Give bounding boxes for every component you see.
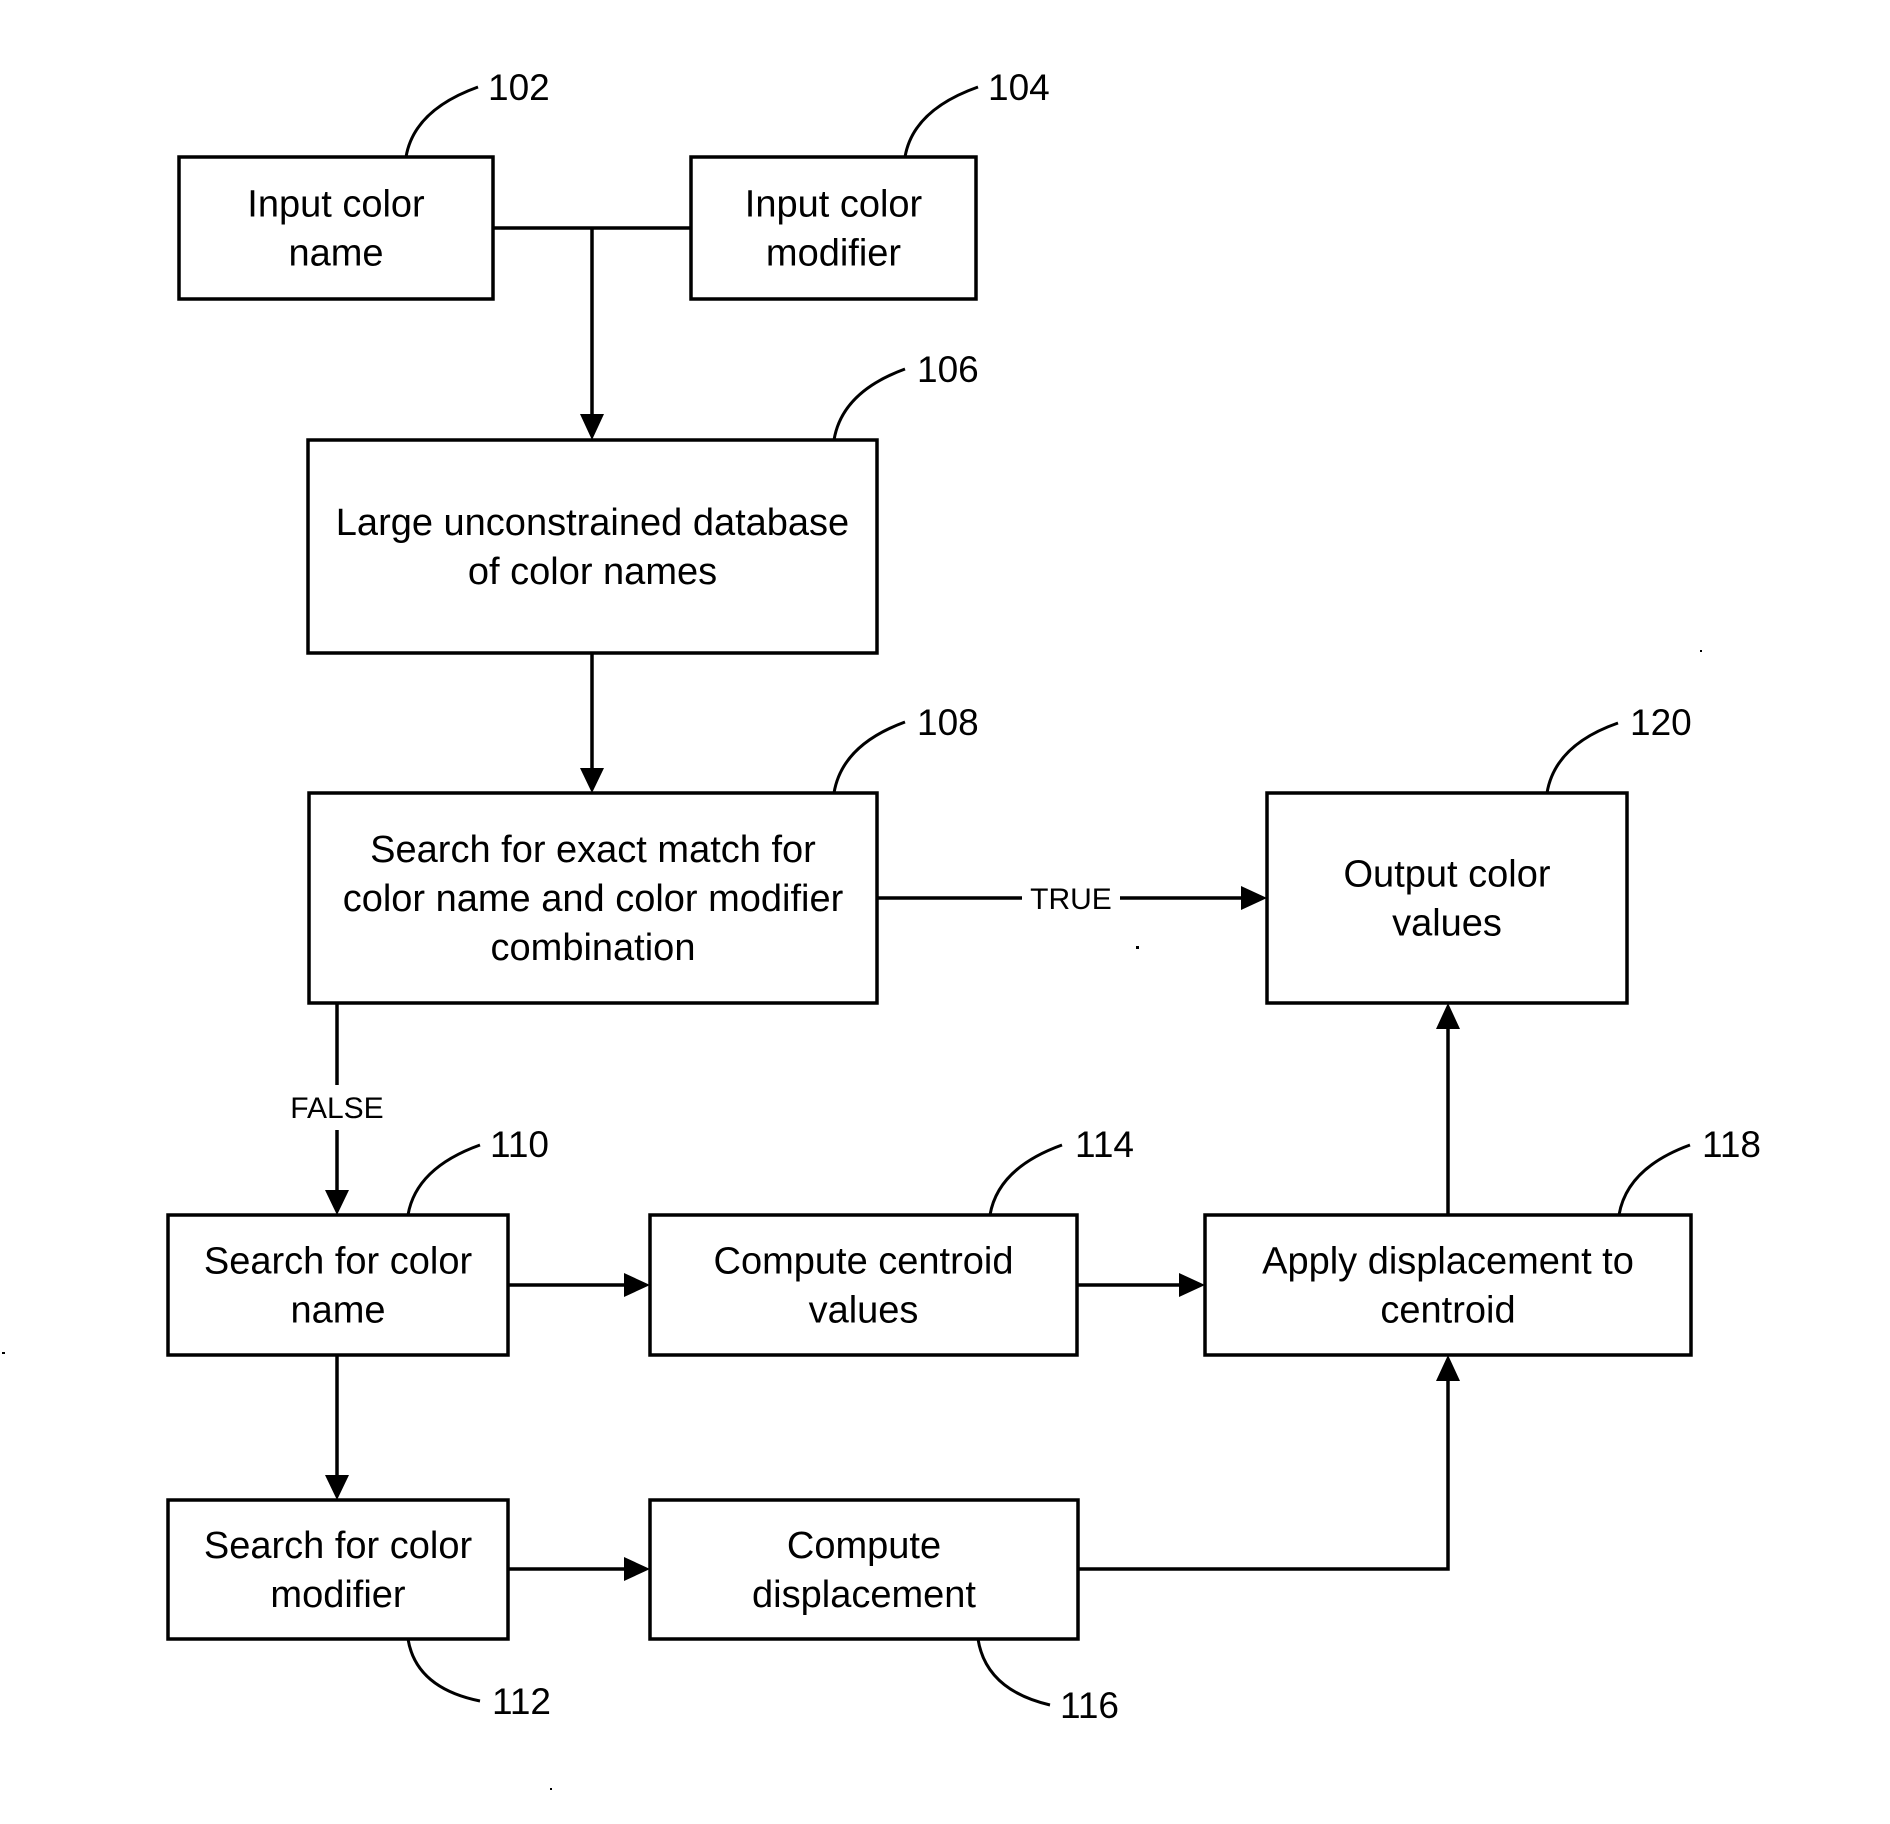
reference-numeral: 108	[917, 702, 979, 743]
node-box	[177, 155, 495, 301]
node-label-line: name	[290, 1290, 385, 1332]
node-112: Search for color modifier 112	[166, 1498, 551, 1722]
node-label-line: centroid	[1380, 1290, 1515, 1332]
node-label-line: modifier	[766, 233, 901, 275]
node-116: Compute displacement 116	[648, 1498, 1119, 1726]
node-label-line: Search for color	[204, 1525, 473, 1567]
node-box	[648, 1498, 1080, 1641]
reference-numeral: 104	[988, 67, 1050, 108]
reference-numeral: 112	[492, 1681, 551, 1722]
node-label-line: Search for exact match for	[370, 829, 816, 871]
node-104: Input color modifier 104	[689, 67, 1050, 301]
reference-numeral: 118	[1702, 1124, 1761, 1165]
scan-speck	[550, 1788, 552, 1790]
node-box	[166, 1213, 510, 1357]
node-120: Output color values 120	[1265, 702, 1692, 1005]
reference-leader-line	[903, 85, 979, 158]
node-label-line: values	[1392, 903, 1502, 945]
reference-numeral: 110	[490, 1124, 549, 1165]
scan-speck	[2, 1352, 5, 1354]
arrowhead-into-118-left	[1179, 1273, 1205, 1297]
reference-numeral: 120	[1630, 702, 1692, 743]
node-label-line: Apply displacement to	[1262, 1241, 1634, 1283]
node-label-line: Compute	[787, 1525, 941, 1567]
node-box	[648, 1213, 1079, 1357]
node-box	[1265, 791, 1629, 1005]
arrowhead-into-120	[1241, 886, 1267, 910]
node-label-line: values	[809, 1290, 919, 1332]
reference-leader-line	[406, 1143, 481, 1216]
reference-leader-line	[1545, 721, 1619, 794]
node-label-line: displacement	[752, 1574, 976, 1616]
flowchart-canvas: TRUE FALSE Input colorname102Input color…	[2, 67, 1761, 1790]
arrowhead-into-112	[325, 1475, 349, 1500]
reference-leader-line	[976, 1638, 1051, 1707]
reference-leader-line	[404, 85, 479, 158]
reference-numeral: 102	[488, 67, 550, 108]
reference-leader-line	[988, 1143, 1063, 1216]
node-label-line: Input color	[745, 184, 923, 226]
arrowhead-into-110	[325, 1190, 349, 1215]
node-box	[1203, 1213, 1693, 1357]
reference-leader-line	[832, 367, 906, 441]
node-118: Apply displacement to centroid 118	[1203, 1124, 1761, 1357]
node-108: Search for exact match for color name and…	[307, 702, 979, 1005]
arrowhead-into-106	[580, 414, 604, 440]
reference-numeral: 114	[1075, 1124, 1134, 1165]
node-label-line: Large unconstrained database	[336, 502, 849, 544]
node-label-line: Output color	[1344, 854, 1551, 896]
connector-116-118	[1078, 1378, 1450, 1571]
node-label-line: combination	[491, 927, 696, 969]
node-box	[689, 155, 978, 301]
node-box	[166, 1498, 510, 1641]
reference-leader-line	[406, 1638, 481, 1703]
edge-label-false: FALSE	[290, 1092, 383, 1125]
reference-leader-line	[1617, 1143, 1691, 1216]
arrowhead-into-120-bottom	[1436, 1003, 1460, 1029]
edge-label-true: TRUE	[1030, 883, 1112, 916]
node-label-line: Compute centroid	[714, 1241, 1014, 1283]
scan-speck	[1136, 946, 1139, 949]
node-110: Search for color name 110	[166, 1124, 549, 1357]
node-label-line: modifier	[270, 1574, 405, 1616]
reference-numeral: 116	[1060, 1685, 1119, 1726]
reference-leader-line	[832, 720, 906, 794]
arrowhead-into-108	[580, 768, 604, 793]
node-box	[306, 438, 879, 655]
node-106: Large unconstrained database of color nam…	[306, 349, 979, 655]
node-label-line: color name and color modifier	[343, 878, 844, 920]
node-102: Input color name 102	[177, 67, 550, 301]
node-114: Compute centroid values 114	[648, 1124, 1134, 1357]
arrowhead-into-116	[624, 1557, 650, 1581]
node-label-line: Search for color	[204, 1241, 473, 1283]
node-label-line: Input color	[247, 184, 425, 226]
reference-numeral: 106	[917, 349, 979, 390]
arrowhead-into-118-bottom	[1436, 1355, 1460, 1381]
node-label-line: name	[288, 233, 383, 275]
arrowhead-into-114	[624, 1273, 650, 1297]
scan-speck	[1700, 650, 1702, 652]
node-label-line: of color names	[468, 551, 717, 593]
